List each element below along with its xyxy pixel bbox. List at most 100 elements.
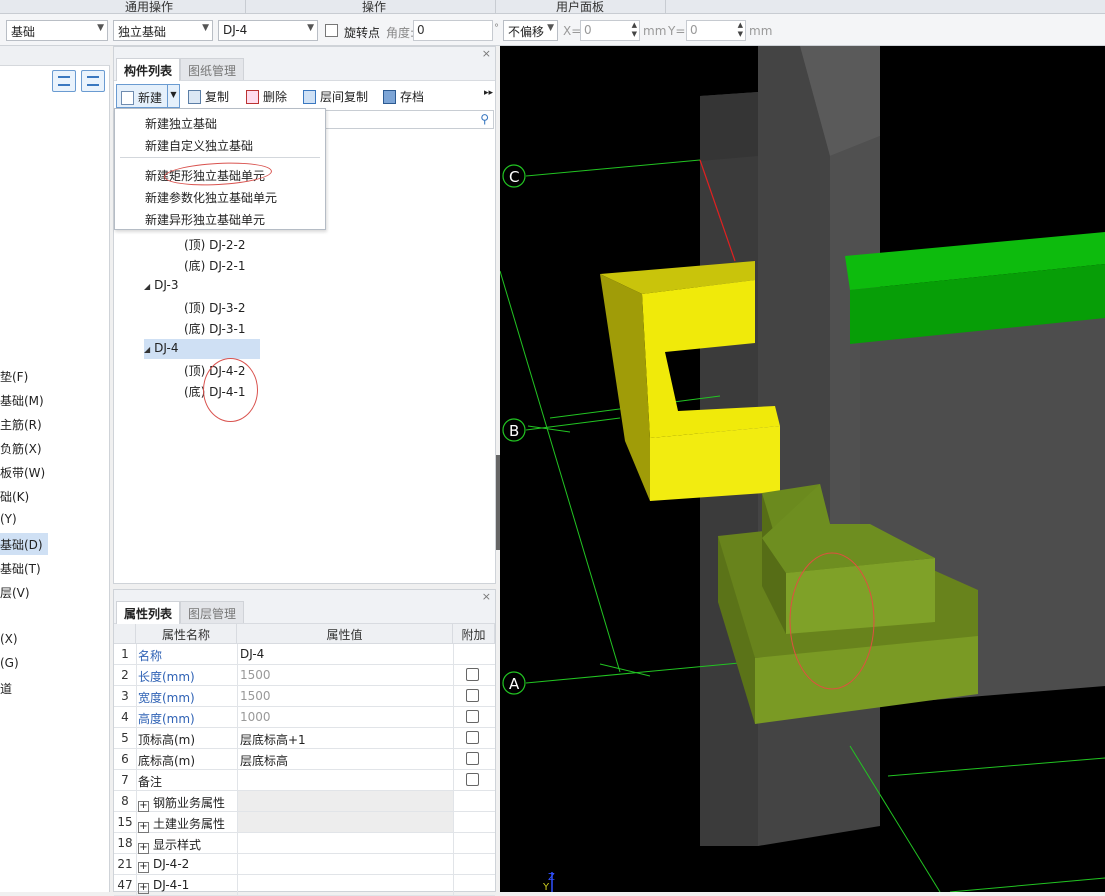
angle-input[interactable]: 0 bbox=[413, 20, 493, 41]
item-select[interactable]: DJ-4 ▼ bbox=[218, 20, 318, 41]
tree-item[interactable]: (顶) DJ-2-2 bbox=[184, 234, 245, 254]
menu-item-new-custom-footing[interactable]: 新建自定义独立基础 bbox=[145, 137, 253, 154]
tree-item[interactable]: (底) DJ-3-1 bbox=[184, 318, 245, 338]
nav-item[interactable]: (G) bbox=[0, 653, 110, 675]
prop-value[interactable]: DJ-4 bbox=[240, 647, 264, 661]
floor-select[interactable]: 基础 ▼ bbox=[6, 20, 108, 41]
more-button[interactable]: ▸▸ bbox=[484, 85, 493, 107]
nav-item[interactable]: 础(K) bbox=[0, 485, 110, 507]
expand-icon[interactable]: + bbox=[138, 883, 149, 894]
table-row[interactable]: 2 长度(mm) 1500 bbox=[114, 665, 495, 686]
tree-item[interactable]: (顶) DJ-3-2 bbox=[184, 297, 245, 317]
prop-value[interactable]: 层底标高 bbox=[240, 752, 288, 769]
offset-select[interactable]: 不偏移 ▼ bbox=[503, 20, 558, 41]
chevron-down-icon[interactable]: ▼ bbox=[167, 85, 179, 107]
menu-item-new-isolated-footing[interactable]: 新建独立基础 bbox=[145, 115, 217, 132]
table-row-group[interactable]: 15 + 土建业务属性 bbox=[114, 812, 495, 833]
nav-item[interactable]: 基础(T) bbox=[0, 557, 110, 579]
type-select[interactable]: 独立基础 ▼ bbox=[113, 20, 213, 41]
prop-value[interactable]: 1500 bbox=[240, 689, 271, 703]
tree-item[interactable]: (底) DJ-2-1 bbox=[184, 255, 245, 275]
angle-label: 角度: bbox=[386, 26, 415, 40]
expand-icon[interactable]: + bbox=[138, 843, 149, 854]
group-divider bbox=[665, 0, 666, 14]
list-view-button[interactable] bbox=[52, 70, 76, 92]
copy-button-label: 复制 bbox=[205, 90, 230, 104]
rotate-checkbox[interactable] bbox=[325, 24, 338, 37]
row-index: 2 bbox=[121, 668, 129, 682]
table-row[interactable]: 3 宽度(mm) 1500 bbox=[114, 686, 495, 707]
prop-name: 长度(mm) bbox=[138, 670, 195, 684]
collapse-icon[interactable]: ◢ bbox=[144, 282, 150, 291]
item-select-value: DJ-4 bbox=[223, 23, 248, 37]
extra-checkbox[interactable] bbox=[466, 668, 479, 681]
delete-button[interactable]: 删除 bbox=[246, 85, 287, 107]
tab-layer-manager[interactable]: 图层管理 bbox=[180, 601, 245, 623]
table-row[interactable]: 4 高度(mm) 1000 bbox=[114, 707, 495, 728]
prop-value[interactable]: 1500 bbox=[240, 668, 271, 682]
table-row-group[interactable]: 21 + DJ-4-2 bbox=[114, 854, 495, 875]
prop-name: 底标高(m) bbox=[138, 754, 196, 768]
search-input[interactable]: ⚲ bbox=[325, 110, 494, 129]
close-icon[interactable]: × bbox=[482, 590, 491, 603]
new-button[interactable]: 新建 ▼ bbox=[116, 84, 180, 108]
expand-icon[interactable]: + bbox=[138, 822, 149, 833]
extra-checkbox[interactable] bbox=[466, 752, 479, 765]
prop-value[interactable]: 层底标高+1 bbox=[240, 731, 306, 748]
table-row[interactable]: 5 顶标高(m) 层底标高+1 bbox=[114, 728, 495, 749]
expand-icon[interactable]: + bbox=[138, 862, 149, 873]
close-icon[interactable]: × bbox=[482, 47, 491, 60]
copy-button[interactable]: 复制 bbox=[188, 85, 229, 107]
table-row[interactable]: 6 底标高(m) 层底标高 bbox=[114, 749, 495, 770]
floor-copy-button-label: 层间复制 bbox=[320, 90, 369, 104]
nav-item[interactable]: 主筋(R) bbox=[0, 413, 110, 435]
y-input[interactable]: 0 ▲ ▼ bbox=[686, 20, 746, 41]
save-button[interactable]: 存档 bbox=[383, 85, 424, 107]
prop-name: 顶标高(m) bbox=[138, 733, 196, 747]
menu-item-new-param-unit[interactable]: 新建参数化独立基础单元 bbox=[145, 189, 277, 206]
prop-name: 高度(mm) bbox=[138, 712, 195, 726]
nav-item-selected[interactable]: 基础(D) bbox=[0, 533, 48, 555]
collapse-icon[interactable]: ◢ bbox=[144, 345, 150, 354]
annotation-circle bbox=[203, 358, 258, 422]
menu-item-new-shaped-unit[interactable]: 新建异形独立基础单元 bbox=[145, 211, 265, 228]
extra-checkbox[interactable] bbox=[466, 731, 479, 744]
extra-checkbox[interactable] bbox=[466, 710, 479, 723]
tree-group-item[interactable]: ◢ DJ-3 bbox=[144, 276, 178, 296]
axis-label-a: A bbox=[509, 675, 520, 693]
table-row-group[interactable]: 18 + 显示样式 bbox=[114, 833, 495, 854]
y-value: 0 bbox=[690, 23, 698, 37]
expand-icon[interactable]: + bbox=[138, 801, 149, 812]
tab-property-list[interactable]: 属性列表 bbox=[116, 601, 181, 624]
nav-item[interactable]: 层(V) bbox=[0, 581, 110, 603]
nav-item[interactable]: 基础(M) bbox=[0, 389, 110, 411]
tree-group-label: DJ-3 bbox=[154, 278, 179, 292]
nav-item[interactable]: 板带(W) bbox=[0, 461, 110, 483]
tab-component-list[interactable]: 构件列表 bbox=[116, 58, 181, 81]
column-top bbox=[700, 92, 758, 161]
extra-checkbox[interactable] bbox=[466, 773, 479, 786]
extra-checkbox[interactable] bbox=[466, 689, 479, 702]
col-header-index bbox=[114, 624, 136, 644]
table-row-group[interactable]: 47 + DJ-4-1 bbox=[114, 875, 495, 896]
property-toolbar: 基础 ▼ 独立基础 ▼ DJ-4 ▼ 旋转点 角度: 0 ° 不偏移 ▼ X= 0 ▲ ▼… bbox=[0, 14, 1105, 46]
axis-marker-c: C bbox=[502, 164, 526, 188]
nav-item[interactable]: 垫(F) bbox=[0, 365, 110, 387]
3d-viewport[interactable]: C B A Z Y bbox=[500, 46, 1105, 892]
nav-item[interactable]: (Y) bbox=[0, 509, 110, 531]
card-view-button[interactable] bbox=[81, 70, 105, 92]
row-index: 5 bbox=[121, 731, 129, 745]
nav-item[interactable]: (X) bbox=[0, 629, 110, 651]
x-input[interactable]: 0 ▲ ▼ bbox=[580, 20, 640, 41]
nav-item[interactable]: 道 bbox=[0, 677, 110, 699]
tab-drawing-manager[interactable]: 图纸管理 bbox=[180, 58, 245, 80]
table-row-group[interactable]: 8 + 钢筋业务属性 bbox=[114, 791, 495, 812]
nav-item[interactable]: 负筋(X) bbox=[0, 437, 110, 459]
floor-copy-button[interactable]: 层间复制 bbox=[303, 85, 368, 107]
tree-group-item-selected[interactable]: ◢ DJ-4 bbox=[144, 339, 260, 359]
new-file-icon bbox=[121, 91, 134, 105]
table-row[interactable]: 1 名称 DJ-4 bbox=[114, 644, 495, 665]
list-icon bbox=[58, 76, 70, 86]
prop-value[interactable]: 1000 bbox=[240, 710, 271, 724]
table-row[interactable]: 7 备注 bbox=[114, 770, 495, 791]
